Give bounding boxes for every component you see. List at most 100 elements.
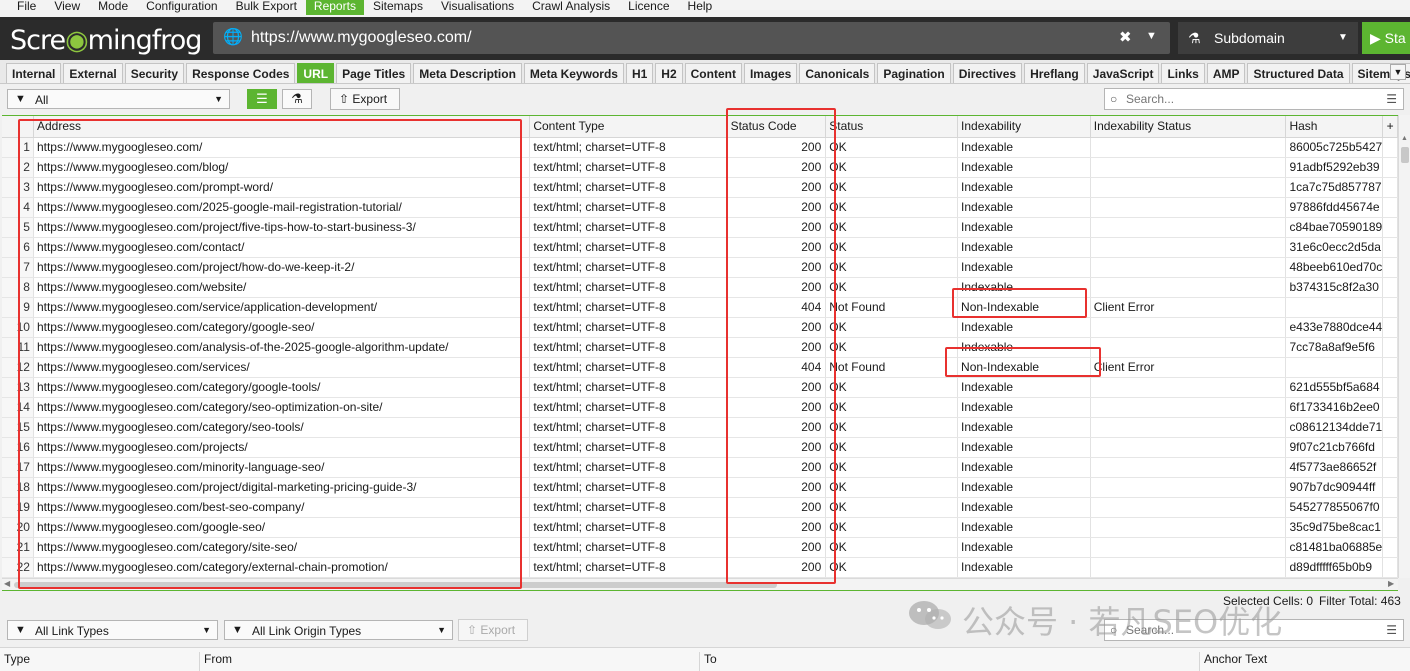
status-code-cell[interactable]: 200	[727, 397, 827, 418]
hash-cell[interactable]: 907b7dc90944ff	[1285, 477, 1384, 498]
content-type-cell[interactable]: text/html; charset=UTF-8	[529, 177, 728, 198]
row-number[interactable]: 20	[2, 517, 34, 538]
address-cell[interactable]: https://www.mygoogleseo.com/services/	[33, 357, 531, 378]
indexability-status-cell[interactable]	[1090, 497, 1287, 518]
tab-internal[interactable]: Internal	[6, 63, 62, 83]
address-cell[interactable]: https://www.mygoogleseo.com/prompt-word/	[33, 177, 531, 198]
tab-external[interactable]: External	[63, 63, 123, 83]
hash-cell[interactable]: 97886fdd45674e	[1285, 197, 1384, 218]
col-type[interactable]: Type	[0, 652, 200, 671]
menu-item-crawl-analysis[interactable]: Crawl Analysis	[523, 0, 619, 15]
status-cell[interactable]: OK	[825, 337, 959, 358]
status-code-cell[interactable]: 404	[727, 297, 827, 318]
menu-item-reports[interactable]: Reports	[305, 0, 364, 15]
status-code-cell[interactable]: 200	[727, 277, 827, 298]
search-box[interactable]: ○ ☰	[1104, 88, 1404, 110]
address-cell[interactable]: https://www.mygoogleseo.com/project/digi…	[33, 477, 531, 498]
status-cell[interactable]: OK	[825, 497, 959, 518]
lower-search-box[interactable]: ○ ☰	[1104, 619, 1404, 641]
indexability-status-cell[interactable]	[1090, 417, 1287, 438]
menu-item-view[interactable]: View	[45, 0, 89, 15]
hash-cell[interactable]	[1285, 357, 1384, 378]
table-row[interactable]: 6 https://www.mygoogleseo.com/contact/tex…	[2, 237, 1398, 258]
hash-cell[interactable]: 6f1733416b2ee0	[1285, 397, 1384, 418]
vertical-scrollbar[interactable]: ▲	[1398, 115, 1410, 578]
hash-cell[interactable]: 91adbf5292eb39	[1285, 157, 1384, 178]
content-type-cell[interactable]: text/html; charset=UTF-8	[529, 357, 728, 378]
hash-cell[interactable]: 35c9d75be8cac1	[1285, 517, 1384, 538]
col-status-code[interactable]: Status Code	[727, 116, 827, 138]
address-cell[interactable]: https://www.mygoogleseo.com/category/ext…	[33, 557, 531, 578]
table-row[interactable]: 5 https://www.mygoogleseo.com/project/fiv…	[2, 217, 1398, 238]
status-cell[interactable]: OK	[825, 317, 959, 338]
link-origin-types-select[interactable]: ▼ All Link Origin Types ▼	[224, 620, 453, 640]
address-cell[interactable]: https://www.mygoogleseo.com/minority-lan…	[33, 457, 531, 478]
table-row[interactable]: 2 https://www.mygoogleseo.com/blog/text/h…	[2, 157, 1398, 178]
col-from[interactable]: From	[200, 652, 700, 671]
status-cell[interactable]: OK	[825, 217, 959, 238]
menu-item-help[interactable]: Help	[679, 0, 722, 15]
indexability-cell[interactable]: Indexable	[957, 217, 1091, 238]
tab-security[interactable]: Security	[124, 63, 185, 83]
content-type-cell[interactable]: text/html; charset=UTF-8	[529, 397, 728, 418]
content-type-cell[interactable]: text/html; charset=UTF-8	[529, 437, 728, 458]
hash-cell[interactable]: 31e6c0ecc2d5da	[1285, 237, 1384, 258]
hash-cell[interactable]: c81481ba06885e	[1285, 537, 1384, 558]
row-number[interactable]: 19	[2, 497, 34, 518]
search-input[interactable]	[1126, 91, 1366, 107]
tab-h2[interactable]: H2	[655, 63, 683, 83]
row-number[interactable]: 13	[2, 377, 34, 398]
menu-item-mode[interactable]: Mode	[89, 0, 137, 15]
indexability-status-cell[interactable]	[1090, 477, 1287, 498]
indexability-cell[interactable]: Indexable	[957, 337, 1091, 358]
address-cell[interactable]: https://www.mygoogleseo.com/category/seo…	[33, 417, 531, 438]
row-number[interactable]: 8	[2, 277, 34, 298]
lower-search-input[interactable]	[1126, 622, 1366, 638]
hash-cell[interactable]: 9f07c21cb766fd	[1285, 437, 1384, 458]
table-row[interactable]: 1 https://www.mygoogleseo.com/text/html; …	[2, 137, 1398, 158]
row-number[interactable]: 3	[2, 177, 34, 198]
status-code-cell[interactable]: 200	[727, 457, 827, 478]
url-input[interactable]: https://www.mygoogleseo.com/	[251, 29, 472, 47]
indexability-cell[interactable]: Indexable	[957, 477, 1091, 498]
results-grid[interactable]: Address Content Type Status Code Status Inde…	[2, 115, 1398, 578]
address-cell[interactable]: https://www.mygoogleseo.com/category/goo…	[33, 377, 531, 398]
table-row[interactable]: 22 https://www.mygoogleseo.com/category/e…	[2, 557, 1398, 578]
status-code-cell[interactable]: 200	[727, 557, 827, 578]
status-cell[interactable]: OK	[825, 197, 959, 218]
table-row[interactable]: 13 https://www.mygoogleseo.com/category/g…	[2, 377, 1398, 398]
row-number[interactable]: 4	[2, 197, 34, 218]
content-type-cell[interactable]: text/html; charset=UTF-8	[529, 537, 728, 558]
indexability-status-cell[interactable]	[1090, 157, 1287, 178]
tab-page-titles[interactable]: Page Titles	[336, 63, 412, 83]
row-number[interactable]: 11	[2, 337, 34, 358]
indexability-cell[interactable]: Non-Indexable	[957, 357, 1091, 378]
content-type-cell[interactable]: text/html; charset=UTF-8	[529, 457, 728, 478]
status-cell[interactable]: OK	[825, 397, 959, 418]
address-cell[interactable]: https://www.mygoogleseo.com/service/appl…	[33, 297, 531, 318]
col-to[interactable]: To	[700, 652, 1200, 671]
indexability-status-cell[interactable]	[1090, 517, 1287, 538]
row-number[interactable]: 17	[2, 457, 34, 478]
vertical-scroll-thumb[interactable]	[1401, 147, 1409, 163]
status-code-cell[interactable]: 200	[727, 137, 827, 158]
table-row[interactable]: 19 https://www.mygoogleseo.com/best-seo-c…	[2, 497, 1398, 518]
hash-cell[interactable]: 4f5773ae86652f	[1285, 457, 1384, 478]
hash-cell[interactable]: d89dfffff65b0b9	[1285, 557, 1384, 578]
indexability-cell[interactable]: Indexable	[957, 317, 1091, 338]
address-cell[interactable]: https://www.mygoogleseo.com/blog/	[33, 157, 531, 178]
status-cell[interactable]: OK	[825, 457, 959, 478]
status-code-cell[interactable]: 200	[727, 157, 827, 178]
indexability-cell[interactable]: Indexable	[957, 137, 1091, 158]
hash-cell[interactable]: c84bae70590189	[1285, 217, 1384, 238]
menu-item-sitemaps[interactable]: Sitemaps	[364, 0, 432, 15]
status-code-cell[interactable]: 200	[727, 537, 827, 558]
address-cell[interactable]: https://www.mygoogleseo.com/website/	[33, 277, 531, 298]
indexability-status-cell[interactable]	[1090, 377, 1287, 398]
tab-hreflang[interactable]: Hreflang	[1024, 63, 1085, 83]
indexability-cell[interactable]: Non-Indexable	[957, 297, 1091, 318]
tab-pagination[interactable]: Pagination	[877, 63, 951, 83]
indexability-cell[interactable]: Indexable	[957, 517, 1091, 538]
indexability-cell[interactable]: Indexable	[957, 437, 1091, 458]
list-view-button[interactable]: ☰	[247, 89, 277, 109]
